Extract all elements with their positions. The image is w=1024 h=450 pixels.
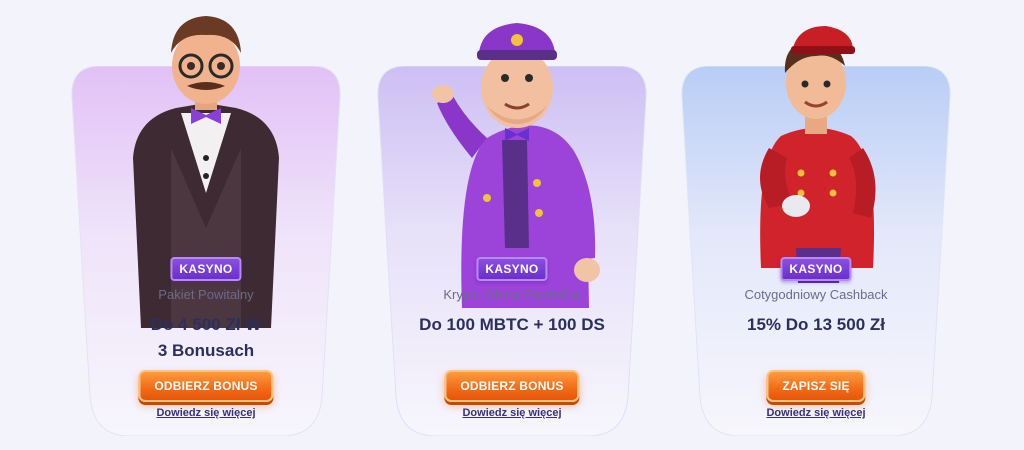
learn-more-link[interactable]: Dowiedz się więcej [70,407,342,419]
claim-bonus-button[interactable]: ODBIERZ BONUS [138,370,274,402]
category-badge: KASYNO [780,257,852,281]
promo-card-cashback: KASYNO Cotygodniowy Cashback 15% Do 13 5… [680,26,952,436]
promo-card-welcome: KASYNO Pakiet Powitalny Do 4 500 Zł W 3 … [70,16,342,436]
offer-subtitle: Krypto Oferta Powitalna [443,287,581,302]
offer-amount: 15% Do 13 500 Zł [680,312,952,338]
learn-more-link[interactable]: Dowiedz się więcej [680,407,952,419]
offer-amount: Do 100 MBTC + 100 DS [376,312,648,338]
offer-line-2: 3 Bonusach [157,341,255,360]
offer-line-1: Do 4 500 Zł W [150,315,262,334]
category-badge: KASYNO [170,257,242,281]
promo-card-crypto: KASYNO Krypto Oferta Powitalna Do 100 MB… [376,23,648,436]
category-badge: KASYNO [476,257,548,281]
offer-line-1: Do 100 MBTC + 100 DS [419,315,605,334]
sign-up-button[interactable]: ZAPISZ SIĘ [766,370,866,402]
offer-amount: Do 4 500 Zł W 3 Bonusach [70,312,342,364]
claim-bonus-button[interactable]: ODBIERZ BONUS [444,370,580,402]
offer-subtitle: Cotygodniowy Cashback [744,287,888,302]
learn-more-link[interactable]: Dowiedz się więcej [376,407,648,419]
offer-subtitle: Pakiet Powitalny [158,287,254,302]
offer-line-1: 15% Do 13 500 Zł [747,315,885,334]
